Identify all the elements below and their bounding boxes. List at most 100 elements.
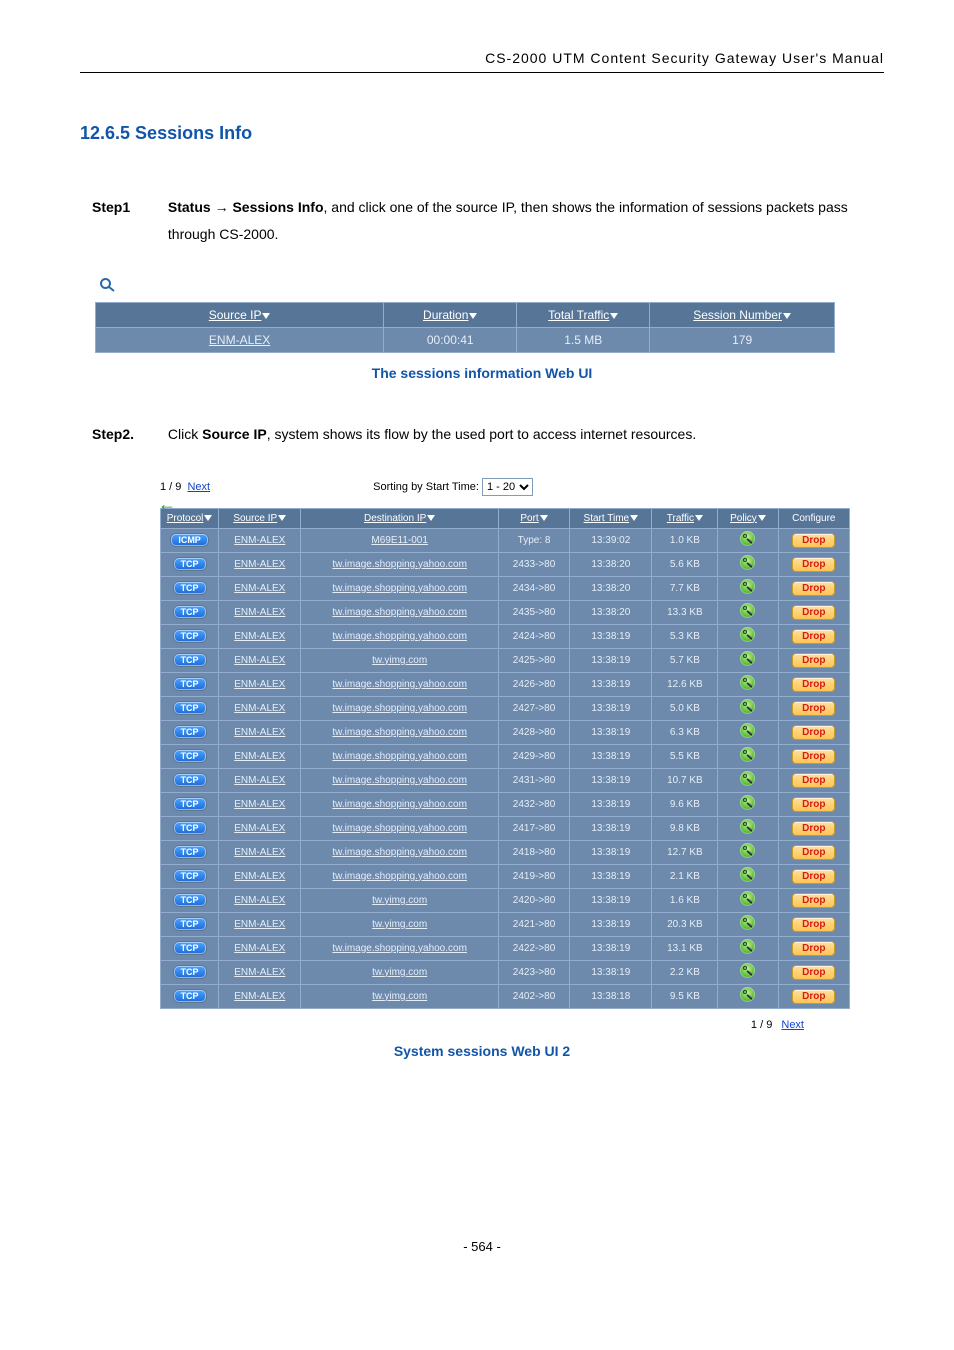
drop-button[interactable]: Drop [792, 629, 835, 644]
dest-ip-link[interactable]: tw.image.shopping.yahoo.com [332, 559, 467, 570]
dest-ip-link[interactable]: tw.image.shopping.yahoo.com [332, 679, 467, 690]
drop-button[interactable]: Drop [792, 605, 835, 620]
drop-button[interactable]: Drop [792, 581, 835, 596]
drop-button[interactable]: Drop [792, 797, 835, 812]
policy-edit-icon[interactable] [740, 987, 755, 1002]
drop-button[interactable]: Drop [792, 701, 835, 716]
source-ip-link[interactable]: ENM-ALEX [234, 631, 285, 642]
dest-ip-link[interactable]: tw.image.shopping.yahoo.com [332, 703, 467, 714]
drop-button[interactable]: Drop [792, 725, 835, 740]
policy-edit-icon[interactable] [740, 555, 755, 570]
policy-edit-icon[interactable] [740, 939, 755, 954]
dest-ip-link[interactable]: tw.image.shopping.yahoo.com [332, 871, 467, 882]
policy-edit-icon[interactable] [740, 531, 755, 546]
source-ip-link[interactable]: ENM-ALEX [234, 559, 285, 570]
policy-edit-icon[interactable] [740, 771, 755, 786]
source-ip-link[interactable]: ENM-ALEX [234, 919, 285, 930]
policy-edit-icon[interactable] [740, 675, 755, 690]
dest-ip-link[interactable]: tw.image.shopping.yahoo.com [332, 823, 467, 834]
col-source-ip[interactable]: Source IP [219, 508, 301, 528]
source-ip-link[interactable]: ENM-ALEX [234, 967, 285, 978]
dest-ip-link[interactable]: tw.image.shopping.yahoo.com [332, 727, 467, 738]
col-port[interactable]: Port [498, 508, 569, 528]
dest-ip-link[interactable]: tw.image.shopping.yahoo.com [332, 775, 467, 786]
source-ip-link[interactable]: ENM-ALEX [234, 895, 285, 906]
policy-edit-icon[interactable] [740, 891, 755, 906]
dest-ip-link[interactable]: tw.yimg.com [372, 991, 427, 1002]
port-value: 2435->80 [513, 607, 556, 618]
policy-edit-icon[interactable] [740, 819, 755, 834]
source-ip-link[interactable]: ENM-ALEX [234, 727, 285, 738]
policy-edit-icon[interactable] [740, 579, 755, 594]
drop-button[interactable]: Drop [792, 677, 835, 692]
step1: Step1 Status → Sessions Info, and click … [92, 194, 884, 247]
policy-edit-icon[interactable] [740, 603, 755, 618]
source-ip-link[interactable]: ENM-ALEX [234, 703, 285, 714]
col-start-time[interactable]: Start Time [570, 508, 652, 528]
drop-button[interactable]: Drop [792, 917, 835, 932]
source-ip-link[interactable]: ENM-ALEX [234, 871, 285, 882]
drop-button[interactable]: Drop [792, 941, 835, 956]
col-dest-ip[interactable]: Destination IP [301, 508, 498, 528]
policy-edit-icon[interactable] [740, 915, 755, 930]
policy-edit-icon[interactable] [740, 747, 755, 762]
protocol-badge: TCP [174, 870, 206, 882]
source-ip-link[interactable]: ENM-ALEX [234, 799, 285, 810]
port-value: 2417->80 [513, 823, 556, 834]
source-ip-link[interactable]: ENM-ALEX [234, 847, 285, 858]
dest-ip-link[interactable]: tw.image.shopping.yahoo.com [332, 607, 467, 618]
dest-ip-link[interactable]: M69E11-001 [371, 535, 428, 546]
dest-ip-link[interactable]: tw.yimg.com [372, 895, 427, 906]
source-ip-link[interactable]: ENM-ALEX [209, 333, 270, 347]
source-ip-link[interactable]: ENM-ALEX [234, 823, 285, 834]
drop-button[interactable]: Drop [792, 965, 835, 980]
drop-button[interactable]: Drop [792, 893, 835, 908]
dest-ip-link[interactable]: tw.image.shopping.yahoo.com [332, 847, 467, 858]
source-ip-link[interactable]: ENM-ALEX [234, 607, 285, 618]
drop-button[interactable]: Drop [792, 653, 835, 668]
policy-edit-icon[interactable] [740, 963, 755, 978]
pager-bottom-next-link[interactable]: Next [781, 1019, 804, 1031]
drop-button[interactable]: Drop [792, 557, 835, 572]
drop-button[interactable]: Drop [792, 533, 835, 548]
col-source-ip[interactable]: Source IP [209, 308, 262, 322]
drop-button[interactable]: Drop [792, 869, 835, 884]
dest-ip-link[interactable]: tw.image.shopping.yahoo.com [332, 751, 467, 762]
policy-edit-icon[interactable] [740, 723, 755, 738]
back-arrow-icon[interactable]: ← [158, 500, 884, 508]
dest-ip-link[interactable]: tw.image.shopping.yahoo.com [332, 799, 467, 810]
dest-ip-link[interactable]: tw.image.shopping.yahoo.com [332, 943, 467, 954]
drop-button[interactable]: Drop [792, 749, 835, 764]
dest-ip-link[interactable]: tw.yimg.com [372, 655, 427, 666]
source-ip-link[interactable]: ENM-ALEX [234, 991, 285, 1002]
policy-edit-icon[interactable] [740, 651, 755, 666]
drop-button[interactable]: Drop [792, 989, 835, 1004]
col-total-traffic[interactable]: Total Traffic [548, 308, 609, 322]
policy-edit-icon[interactable] [740, 627, 755, 642]
policy-edit-icon[interactable] [740, 843, 755, 858]
col-traffic[interactable]: Traffic [652, 508, 718, 528]
source-ip-link[interactable]: ENM-ALEX [234, 583, 285, 594]
dest-ip-link[interactable]: tw.yimg.com [372, 967, 427, 978]
dest-ip-link[interactable]: tw.image.shopping.yahoo.com [332, 631, 467, 642]
source-ip-link[interactable]: ENM-ALEX [234, 535, 285, 546]
col-session-number[interactable]: Session Number [693, 308, 782, 322]
drop-button[interactable]: Drop [792, 773, 835, 788]
source-ip-link[interactable]: ENM-ALEX [234, 679, 285, 690]
source-ip-link[interactable]: ENM-ALEX [234, 775, 285, 786]
source-ip-link[interactable]: ENM-ALEX [234, 943, 285, 954]
protocol-badge: TCP [174, 966, 206, 978]
col-policy[interactable]: Policy [718, 508, 778, 528]
policy-edit-icon[interactable] [740, 699, 755, 714]
col-duration[interactable]: Duration [423, 308, 468, 322]
drop-button[interactable]: Drop [792, 845, 835, 860]
drop-button[interactable]: Drop [792, 821, 835, 836]
dest-ip-link[interactable]: tw.yimg.com [372, 919, 427, 930]
sort-range-select[interactable]: 1 - 20 [482, 478, 533, 496]
dest-ip-link[interactable]: tw.image.shopping.yahoo.com [332, 583, 467, 594]
policy-edit-icon[interactable] [740, 867, 755, 882]
pager-next-link[interactable]: Next [187, 481, 210, 493]
source-ip-link[interactable]: ENM-ALEX [234, 751, 285, 762]
source-ip-link[interactable]: ENM-ALEX [234, 655, 285, 666]
policy-edit-icon[interactable] [740, 795, 755, 810]
